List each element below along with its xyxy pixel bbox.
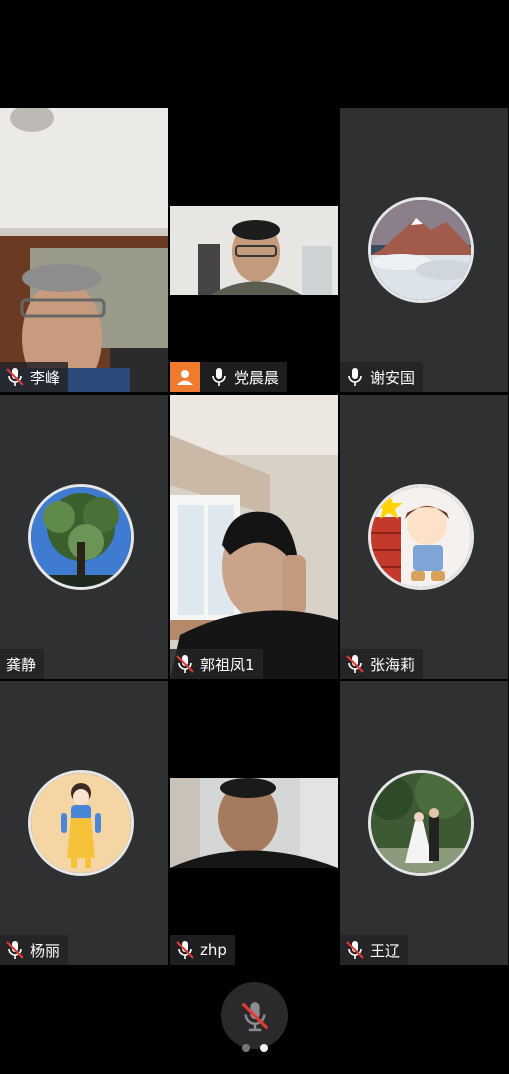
avatar <box>28 484 134 590</box>
mute-toggle-button[interactable] <box>221 982 288 1049</box>
video-feed <box>0 108 168 392</box>
mic-muted-icon <box>241 1001 268 1031</box>
mic-muted-icon <box>176 654 194 674</box>
participant-name-label: 谢安国 <box>340 362 424 392</box>
participant-name-label: 党晨晨 <box>170 362 288 392</box>
participant-tile[interactable]: 郭祖凤1 <box>170 395 338 679</box>
participant-name-label: 郭祖凤1 <box>170 649 263 679</box>
avatar <box>368 484 474 590</box>
participant-tile[interactable]: 张海莉 <box>340 395 508 679</box>
mic-muted-icon <box>346 654 364 674</box>
mic-muted-icon <box>346 940 364 960</box>
participant-tile[interactable]: 龚静 <box>0 395 168 679</box>
video-feed <box>170 395 338 679</box>
avatar <box>28 770 134 876</box>
participant-name: 王辽 <box>370 941 401 960</box>
mic-icon <box>212 367 226 387</box>
user-avatar-icon <box>170 362 200 392</box>
participant-tile[interactable]: 谢安国 <box>340 108 508 392</box>
participant-name: 郭祖凤1 <box>200 655 255 674</box>
participant-name: 杨丽 <box>30 941 61 960</box>
mic-muted-icon <box>6 940 24 960</box>
video-feed <box>170 206 338 295</box>
participant-tile[interactable]: zhp <box>170 681 338 965</box>
avatar <box>368 197 474 303</box>
participant-name-label: 杨丽 <box>0 935 69 965</box>
participant-tile[interactable]: 王辽 <box>340 681 508 965</box>
page-dot-active[interactable] <box>259 1044 268 1052</box>
participant-name-label: 王辽 <box>340 935 409 965</box>
mic-muted-icon <box>6 367 24 387</box>
page-indicator <box>0 1044 509 1052</box>
participant-name: 党晨晨 <box>234 368 280 387</box>
mic-muted-icon <box>176 940 194 960</box>
participant-name-label: zhp <box>170 935 235 965</box>
participant-name-label: 李峰 <box>0 362 69 392</box>
participant-tile[interactable]: 杨丽 <box>0 681 168 965</box>
participant-name: zhp <box>200 941 227 959</box>
participant-tile[interactable]: 党晨晨 <box>170 108 338 392</box>
participant-name: 谢安国 <box>370 368 416 387</box>
participant-tile[interactable]: 李峰 <box>0 108 168 392</box>
video-feed <box>170 778 338 868</box>
participant-name: 龚静 <box>6 655 37 674</box>
participant-name-label: 龚静 <box>0 649 45 679</box>
participant-name: 张海莉 <box>370 655 416 674</box>
participant-grid: 李峰 党晨晨 谢安国 龚静 郭祖凤1 张海莉 杨丽 zhp 王辽 <box>0 108 509 966</box>
participant-name: 李峰 <box>30 368 61 387</box>
mic-icon <box>348 367 362 387</box>
avatar <box>368 770 474 876</box>
participant-name-label: 张海莉 <box>340 649 424 679</box>
page-dot[interactable] <box>241 1044 250 1052</box>
